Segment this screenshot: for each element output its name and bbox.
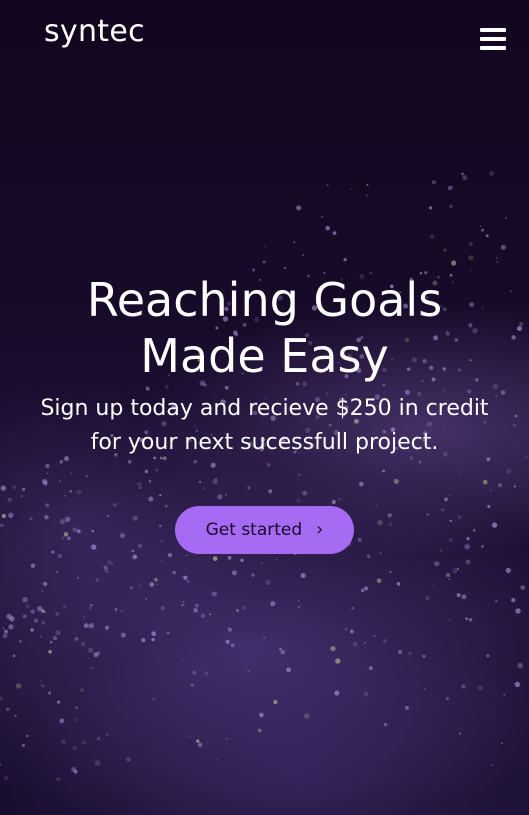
get-started-button[interactable]: Get started › [175, 506, 354, 554]
get-started-label: Get started [205, 520, 303, 540]
menu-line [480, 46, 506, 50]
hero-subheadline-line-1: Sign up today and recieve $250 in credit [40, 396, 489, 421]
hero-headline-line-2: Made Easy [140, 329, 389, 383]
hero-section: syntec Reaching Goals Made Easy Sign up … [0, 0, 529, 815]
top-navigation-bar: syntec [0, 0, 529, 80]
hero-headline: Reaching Goals Made Easy [25, 272, 505, 384]
menu-line [480, 37, 506, 41]
hero-subheadline: Sign up today and recieve $250 in credit… [10, 392, 520, 460]
hero-subheadline-line-2: for your next sucessfull project. [90, 430, 439, 455]
hero-headline-line-1: Reaching Goals [86, 273, 443, 327]
brand-logo[interactable]: syntec [44, 14, 145, 49]
hero-content: Reaching Goals Made Easy Sign up today a… [0, 272, 529, 554]
menu-line [480, 28, 506, 32]
hamburger-menu-icon[interactable] [477, 26, 509, 52]
chevron-right-icon: › [316, 519, 324, 540]
